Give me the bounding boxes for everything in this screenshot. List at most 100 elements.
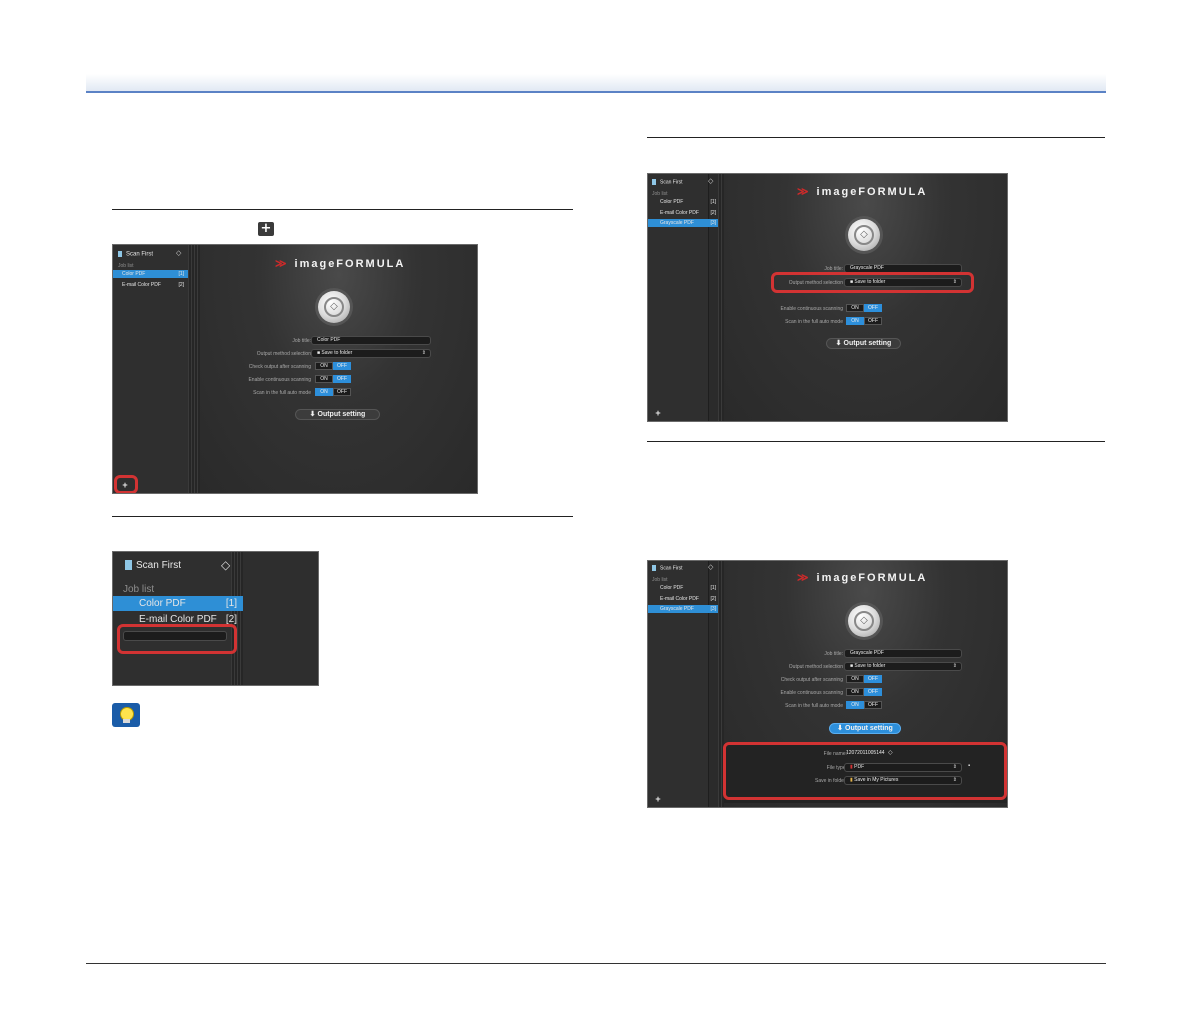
toggle-off[interactable]: OFF: [333, 375, 351, 383]
scan-start-button[interactable]: ◇: [848, 219, 880, 251]
sidebar-title-text: Scan First: [126, 251, 154, 258]
sidebar-splitter[interactable]: [188, 245, 200, 493]
toggle-on[interactable]: ON: [846, 701, 864, 709]
job-item-color-pdf[interactable]: Color PDF [1]: [113, 596, 243, 611]
main-area: ≫ imageFORMULA ◇ Job title: Grayscale PDF…: [724, 174, 1007, 421]
sort-icon: ⇕: [952, 663, 957, 669]
imageformula-logo: ≫ imageFORMULA: [797, 572, 928, 584]
scan-first-icon: [652, 179, 656, 185]
job-item-email-color-pdf[interactable]: E-mail Color PDF [2]: [648, 595, 718, 603]
logo-text: imageFORMULA: [816, 186, 928, 198]
enable-continuous-label: Enable continuous scanning: [248, 377, 311, 383]
output-method-value: Save to folder: [854, 663, 886, 669]
continuous-toggle[interactable]: ON OFF: [315, 375, 351, 383]
output-setting-button[interactable]: ⬇ Output setting: [826, 338, 901, 349]
scan-first-icon: [652, 565, 656, 571]
down-arrow-icon: ⬇: [835, 340, 842, 347]
job-item-email-color-pdf[interactable]: E-mail Color PDF [2]: [113, 281, 188, 289]
continuous-toggle[interactable]: ON OFF: [846, 304, 882, 312]
job-item-label: E-mail Color PDF: [660, 210, 699, 216]
toggle-off[interactable]: OFF: [864, 304, 882, 312]
toggle-off[interactable]: OFF: [864, 688, 882, 696]
job-item-number: [1]: [710, 585, 716, 591]
start-icon: ◇: [854, 225, 874, 245]
folder-icon: ■: [317, 350, 321, 356]
scan-start-button[interactable]: ◇: [848, 605, 880, 637]
job-item-number: [2]: [710, 210, 716, 216]
gear-icon[interactable]: ◇: [221, 558, 230, 572]
job-title-input[interactable]: Color PDF: [311, 336, 431, 345]
footer-rule: [86, 963, 1106, 964]
toggle-off[interactable]: OFF: [333, 388, 351, 396]
toggle-off[interactable]: OFF: [864, 675, 882, 683]
job-item-label: E-mail Color PDF: [122, 282, 161, 288]
sidebar-title-text: Scan First: [660, 179, 683, 186]
job-item-label: Color PDF: [122, 271, 146, 277]
job-item-number: [3]: [710, 606, 716, 612]
gear-icon[interactable]: ◇: [708, 563, 713, 571]
output-setting-button[interactable]: ⬇ Output setting: [829, 723, 901, 734]
toggle-off[interactable]: OFF: [864, 317, 882, 325]
output-method-select[interactable]: ■ Save to folder ⇕: [844, 662, 962, 671]
start-icon: ◇: [854, 611, 874, 631]
job-list-label: Job list: [118, 263, 134, 269]
toggle-off[interactable]: OFF: [864, 701, 882, 709]
enable-continuous-label: Enable continuous scanning: [780, 306, 843, 312]
full-auto-toggle[interactable]: ON OFF: [846, 701, 882, 709]
continuous-toggle[interactable]: ON OFF: [846, 688, 882, 696]
logo-text: imageFORMULA: [294, 258, 406, 270]
job-item-grayscale-pdf[interactable]: Grayscale PDF [3]: [648, 219, 718, 227]
main-area: ≫ imageFORMULA ◇ Job title: Color PDF Out…: [200, 245, 477, 493]
job-item-grayscale-pdf[interactable]: Grayscale PDF [3]: [648, 605, 718, 613]
full-auto-toggle[interactable]: ON OFF: [315, 388, 351, 396]
gear-icon[interactable]: ◇: [708, 177, 713, 185]
output-method-value: Save to folder: [321, 350, 353, 356]
logo-text: imageFORMULA: [816, 572, 928, 584]
check-output-label: Check output after scanning: [248, 364, 311, 370]
add-job-button[interactable]: +: [652, 407, 664, 419]
toggle-on[interactable]: ON: [315, 375, 333, 383]
output-method-highlight: [771, 272, 974, 293]
toggle-on[interactable]: ON: [315, 388, 333, 396]
header-rule: [86, 91, 1106, 93]
job-item-color-pdf[interactable]: Color PDF [1]: [648, 198, 718, 206]
gear-icon[interactable]: ◇: [176, 249, 181, 257]
output-setting-label: Output setting: [845, 725, 893, 732]
app-window: Scan First ◇ Job list Color PDF [1] E-mai…: [647, 173, 1008, 422]
add-job-button[interactable]: +: [652, 793, 664, 805]
toggle-on[interactable]: ON: [846, 317, 864, 325]
job-title-input[interactable]: Grayscale PDF: [844, 649, 962, 658]
output-setting-label: Output setting: [843, 340, 892, 347]
job-item-color-pdf[interactable]: Color PDF [1]: [648, 584, 718, 592]
lightbulb-icon: [112, 703, 140, 727]
job-item-label: Grayscale PDF: [660, 220, 694, 226]
folder-icon: ■: [850, 663, 854, 669]
header-band: [86, 74, 1106, 92]
sidebar-title-text: Scan First: [136, 560, 182, 571]
toggle-off[interactable]: OFF: [333, 362, 351, 370]
job-item-label: Color PDF: [139, 598, 186, 609]
new-job-highlight: [117, 624, 237, 654]
full-auto-label: Scan in the full auto mode: [785, 319, 843, 325]
toggle-on[interactable]: ON: [846, 675, 864, 683]
toggle-on[interactable]: ON: [315, 362, 333, 370]
sidebar: Scan First ◇ Job list Color PDF [1] E-mai…: [648, 561, 718, 807]
job-item-number: [1]: [225, 598, 237, 609]
job-list-label: Job list: [123, 584, 155, 595]
sidebar-title: Scan First: [125, 560, 181, 571]
check-output-toggle[interactable]: ON OFF: [846, 675, 882, 683]
job-item-email-color-pdf[interactable]: E-mail Color PDF [2]: [648, 209, 718, 217]
full-auto-toggle[interactable]: ON OFF: [846, 317, 882, 325]
toggle-on[interactable]: ON: [846, 304, 864, 312]
job-item-color-pdf[interactable]: Color PDF [1]: [113, 270, 188, 278]
check-output-toggle[interactable]: ON OFF: [315, 362, 351, 370]
down-arrow-icon: ⬇: [837, 725, 844, 732]
enable-continuous-label: Enable continuous scanning: [780, 690, 843, 696]
toggle-on[interactable]: ON: [846, 688, 864, 696]
job-item-number: [1]: [710, 199, 716, 205]
output-setting-button[interactable]: ⬇ Output setting: [295, 409, 380, 420]
scan-start-button[interactable]: ◇: [318, 291, 350, 323]
output-method-select[interactable]: ■ Save to folder ⇕: [311, 349, 431, 358]
plus-icon: +: [258, 222, 274, 236]
sidebar-title: Scan First: [652, 179, 683, 185]
